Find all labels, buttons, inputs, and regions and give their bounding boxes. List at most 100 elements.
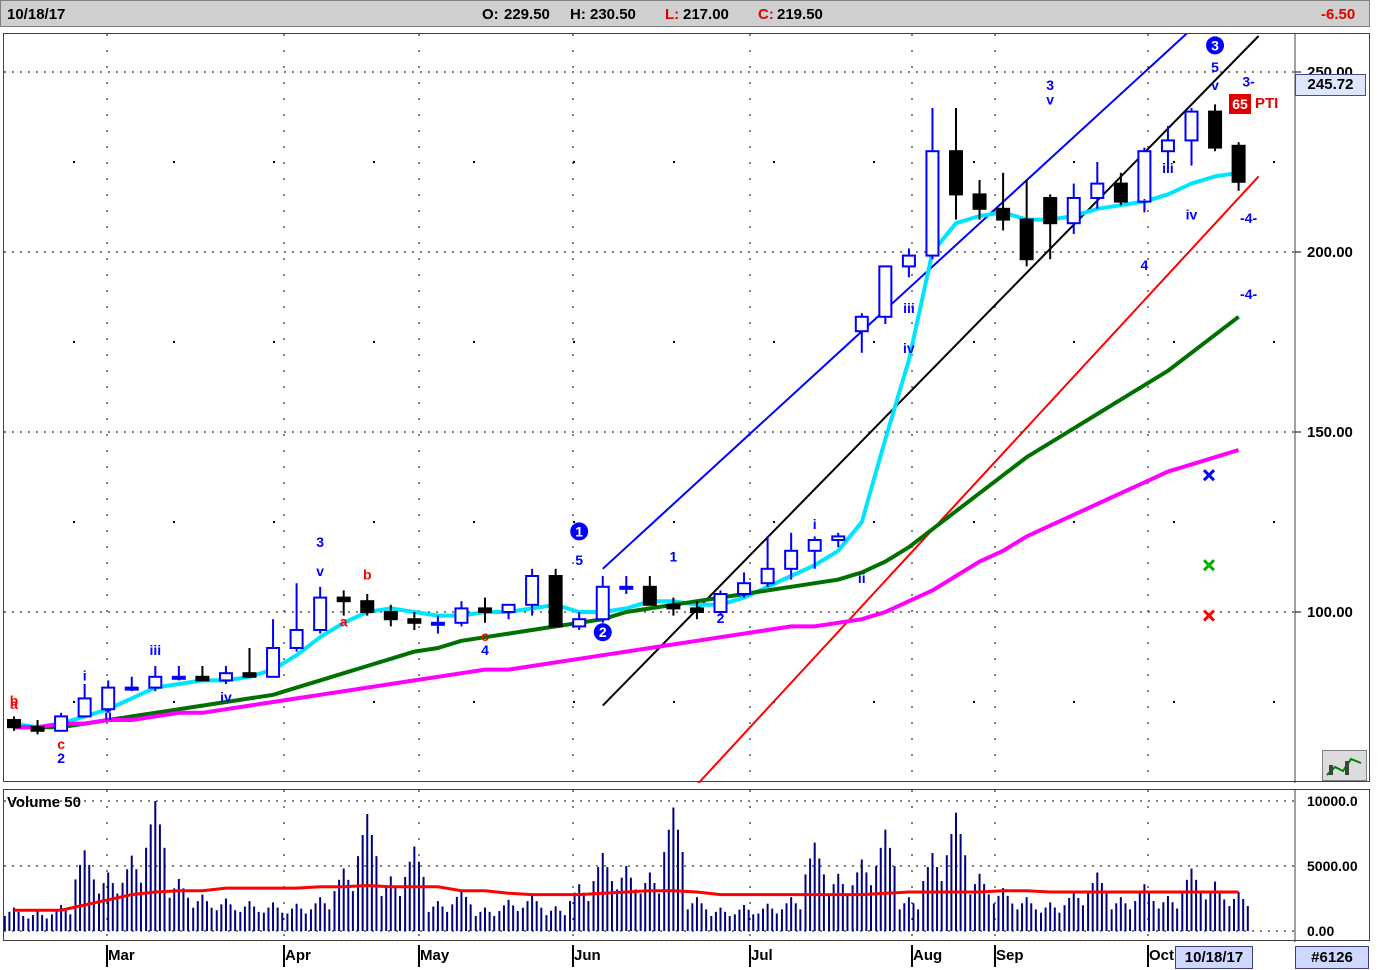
candle-body — [171, 675, 186, 680]
candle-body — [1137, 150, 1152, 203]
volume-chart[interactable]: 10000.0 5000.00 0.00 — [4, 790, 1371, 942]
wave-label: iii — [149, 642, 161, 658]
grid-dot — [872, 340, 876, 344]
grid-dot — [672, 700, 676, 704]
x-axis-label: May — [420, 947, 450, 964]
ma-line-ma-short — [13, 170, 1239, 730]
candle-body — [1019, 218, 1034, 261]
candle-body — [1184, 110, 1199, 142]
candle-body — [996, 207, 1011, 221]
x-axis-label: Apr — [285, 947, 311, 964]
wave-label: iv — [903, 340, 915, 356]
wave-label: a — [340, 613, 348, 629]
wave-label: iii — [903, 300, 915, 316]
grid-dot — [1272, 340, 1276, 344]
x-axis-tick — [106, 945, 108, 967]
open-label: O: — [482, 6, 499, 23]
target-marker-icon — [1202, 559, 1216, 572]
wave-label: iv — [1186, 207, 1198, 223]
wave-label: v — [1046, 91, 1054, 107]
grid-dot — [972, 700, 976, 704]
grid-dot — [372, 520, 376, 524]
change-value: -6.50 — [1321, 6, 1356, 23]
grid-dot — [472, 520, 476, 524]
grid-dot — [372, 340, 376, 344]
grid-dot — [972, 340, 976, 344]
grid-dot — [872, 700, 876, 704]
candle-body — [1208, 110, 1223, 149]
price-chart[interactable]: 250.00200.00150.00100.00abc2iiiiiiiv3vab… — [4, 34, 1371, 783]
grid-dot — [672, 520, 676, 524]
wave-label: i — [1142, 196, 1146, 212]
grid-dot — [472, 700, 476, 704]
candle-body — [901, 254, 916, 268]
grid-dot — [972, 160, 976, 164]
candle-body — [383, 611, 398, 621]
close-value: 219.50 — [777, 6, 823, 23]
wave-label: b — [10, 693, 19, 709]
grid-dot — [72, 700, 76, 704]
wave-label: ii — [858, 570, 866, 586]
grid-dot — [1272, 160, 1276, 164]
pti-value: 65 — [1229, 94, 1251, 114]
grid-dot — [72, 340, 76, 344]
wave-label: v — [316, 563, 324, 579]
x-axis-label: Mar — [108, 947, 135, 964]
candle-body — [572, 618, 587, 628]
grid-dot — [172, 160, 176, 164]
candle-body — [1090, 182, 1105, 200]
high-value: 230.50 — [590, 6, 636, 23]
x-axis-tick — [911, 945, 913, 967]
x-axis-tick — [283, 945, 285, 967]
grid-dot — [1272, 700, 1276, 704]
open-value: 229.50 — [504, 6, 550, 23]
grid-dot — [172, 700, 176, 704]
wave-label: 5 — [1211, 59, 1219, 75]
candle-body — [289, 629, 304, 649]
grid-dot — [272, 160, 276, 164]
grid-dot — [172, 520, 176, 524]
wave-label: 1 — [575, 523, 583, 539]
last-price-badge: 245.72 — [1295, 74, 1366, 96]
price-tick-label: 150.00 — [1307, 424, 1353, 441]
grid-dot — [572, 160, 576, 164]
candle-body — [407, 618, 422, 624]
candle-body — [619, 585, 634, 590]
x-axis-tick — [994, 945, 996, 967]
candle-body — [30, 726, 45, 732]
x-axis-label: Sep — [996, 947, 1024, 964]
candle-body — [784, 549, 799, 570]
price-panel[interactable]: 250.00 200.00 150.00 100.00 a b c 2 i ii iii iv 3 v a b… — [3, 33, 1371, 783]
candle-body — [7, 719, 21, 729]
grid-dot — [172, 340, 176, 344]
quote-date: 10/18/17 — [7, 6, 66, 23]
x-axis-tick — [572, 945, 574, 967]
grid-dot — [572, 340, 576, 344]
grid-dot — [72, 160, 76, 164]
candle-body — [1066, 197, 1081, 225]
price-tick-label: 100.00 — [1307, 604, 1353, 621]
wave-label: 2 — [57, 750, 65, 766]
candle-body — [595, 585, 610, 621]
grid-dot — [1072, 520, 1076, 524]
candle-body — [242, 672, 257, 678]
wave-label: 4 — [481, 642, 489, 658]
x-axis-label: Aug — [913, 947, 943, 964]
candle-body — [831, 535, 846, 541]
grid-dot — [872, 160, 876, 164]
volume-panel[interactable]: 10000.0 5000.00 0.00 Volume 50 — [3, 789, 1371, 942]
id-badge: #6126 — [1295, 946, 1369, 969]
grid-dot — [672, 340, 676, 344]
candle-body — [501, 603, 516, 613]
grid-dot — [772, 520, 776, 524]
candle-body — [949, 150, 963, 196]
chart-thumbnail-icon[interactable] — [1322, 750, 1367, 781]
candle-body — [148, 675, 163, 689]
grid-dot — [472, 160, 476, 164]
wave-label: 2 — [717, 610, 725, 626]
x-axis-tick — [749, 945, 751, 967]
grid-dot — [1072, 160, 1076, 164]
candle-body — [548, 575, 563, 628]
candle-body — [336, 596, 351, 603]
grid-dot — [1172, 520, 1176, 524]
